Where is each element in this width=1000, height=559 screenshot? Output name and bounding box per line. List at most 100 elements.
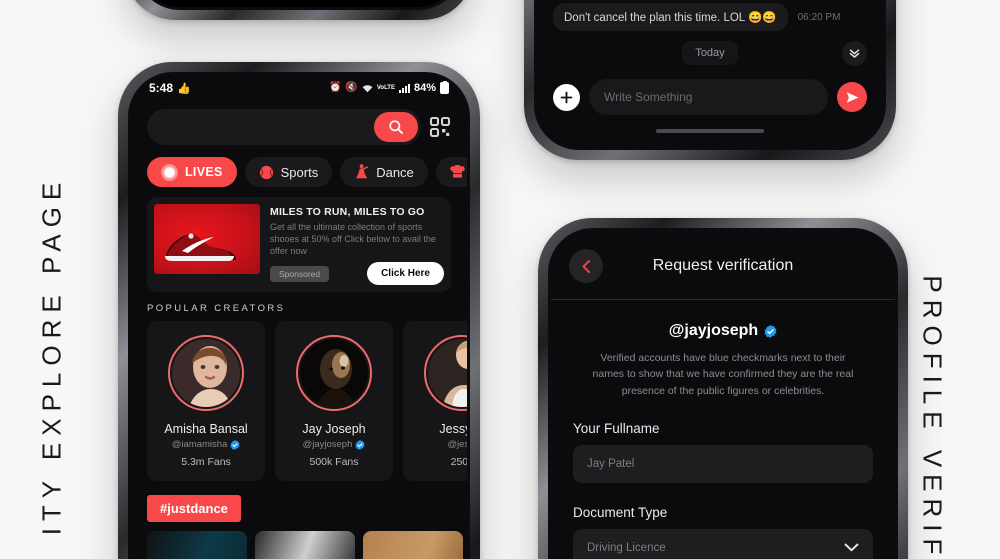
ad-actions: Sponsored Click Here — [270, 262, 444, 286]
verified-badge-icon — [355, 439, 366, 450]
chef-hat-icon — [450, 164, 465, 180]
creator-name: Jay Joseph — [302, 422, 366, 437]
hashtag-thumbnail-row[interactable] — [131, 522, 467, 559]
phone-frame-top-partial — [125, 0, 473, 20]
chip-label: Sports — [280, 164, 319, 180]
ad-cta-button[interactable]: Click Here — [367, 262, 444, 286]
wifi-icon — [362, 84, 373, 93]
phone-inner-verification: Request verification @jayjoseph Verified… — [548, 228, 898, 559]
phone-inner-chat: Don't cancel the plan this time. LOL 😄😄 … — [534, 0, 886, 150]
thumbnail-item[interactable] — [147, 531, 247, 559]
dancer-icon — [354, 164, 369, 180]
scroll-to-bottom-button[interactable] — [842, 40, 867, 66]
creator-name: Amisha Bansal — [164, 422, 248, 437]
creator-handle-row: @jesjo — [411, 439, 467, 450]
plus-icon — [560, 91, 573, 103]
sponsored-badge: Sponsored — [270, 265, 330, 282]
status-bar-left: 5:48 👍 — [149, 81, 191, 95]
search-button[interactable] — [374, 112, 418, 142]
phone-frame-explore: 5:48 👍 ⏰ 🔇 VoLTE 84% LIVES Sports Dance … — [118, 62, 480, 559]
document-type-field-group: Document Type Driving Licence — [551, 483, 895, 559]
creator-card[interactable]: Jay Joseph @jayjoseph 500k Fans — [275, 321, 393, 482]
ad-text-body: MILES TO RUN, MILES TO GO Get all the ul… — [270, 204, 444, 286]
mute-icon: 🔇 — [345, 82, 358, 93]
creator-fans-count: 5.3m Fans — [181, 456, 231, 469]
verified-badge-icon — [764, 324, 777, 338]
thumbnail-item[interactable] — [255, 531, 355, 559]
fullname-value: Jay Patel — [587, 457, 635, 470]
live-dot-icon — [161, 163, 178, 181]
send-icon — [846, 91, 858, 103]
creator-handle-row: @iamamisha — [155, 439, 257, 450]
creator-card[interactable]: Jessy J. @jesjo 250k — [403, 321, 467, 482]
popular-creators-heading: POPULAR CREATORS — [147, 303, 286, 315]
chat-screen: Don't cancel the plan this time. LOL 😄😄 … — [537, 0, 883, 147]
avatar-image — [172, 339, 240, 408]
avatar — [168, 335, 244, 412]
chip-label: Dance — [376, 164, 414, 180]
verification-header: Request verification — [551, 231, 895, 299]
chevron-down-icon — [844, 543, 859, 552]
creator-handle: @jayjoseph — [302, 439, 353, 451]
creator-fans-count: 500k Fans — [309, 456, 359, 469]
thumbnail-item[interactable] — [363, 531, 463, 559]
phone-frame-chat: Don't cancel the plan this time. LOL 😄😄 … — [524, 0, 896, 160]
baseball-icon — [259, 165, 274, 180]
thumbs-up-icon: 👍 — [177, 82, 191, 95]
hashtag-row: #justdance — [131, 481, 467, 523]
fullname-field-group: Your Fullname Jay Patel — [551, 399, 895, 483]
search-input[interactable] — [147, 109, 421, 145]
chat-message-time: 06:20 PM — [797, 11, 841, 23]
hashtag-chip[interactable]: #justdance — [147, 495, 241, 523]
account-handle-row: @jayjoseph — [551, 300, 895, 340]
chevron-double-down-icon — [849, 48, 860, 58]
creators-carousel[interactable]: Amisha Bansal @iamamisha 5.3m Fans Jay J… — [131, 321, 467, 482]
status-time: 5:48 — [149, 81, 174, 95]
send-button[interactable] — [837, 82, 867, 112]
chip-lives[interactable]: LIVES — [147, 157, 237, 187]
message-input[interactable]: Write Something — [589, 79, 828, 115]
creator-handle-row: @jayjoseph — [283, 439, 385, 450]
ad-description: Get all the ultimate collection of sport… — [270, 222, 436, 257]
chevron-left-icon — [582, 259, 590, 273]
caption-explore-page: ITY EXPLORE PAGE — [36, 175, 67, 536]
avatar-image — [300, 339, 368, 408]
creator-fans-count: 250k — [450, 456, 467, 469]
shoe-illustration — [165, 233, 236, 261]
creator-name: Jessy J. — [439, 422, 467, 437]
avatar — [296, 335, 372, 412]
add-attachment-button[interactable] — [553, 83, 580, 111]
volte-icon: VoLTE — [376, 84, 395, 91]
chat-day-divider-row: Today — [537, 40, 883, 79]
chip-label: LIVES — [185, 165, 223, 179]
status-bar-right: ⏰ 🔇 VoLTE 84% — [329, 80, 449, 94]
caption-profile-verification: PROFILE VERIFI — [917, 275, 948, 559]
chat-message-bubble[interactable]: Don't cancel the plan this time. LOL 😄😄 — [553, 3, 788, 31]
chat-composer: Write Something — [537, 79, 883, 115]
chip-dance[interactable]: Dance — [340, 157, 428, 187]
qr-scan-icon[interactable] — [429, 116, 451, 138]
creator-handle: @iamamisha — [171, 439, 228, 451]
battery-icon — [440, 80, 449, 94]
screenshot-canvas: ITY EXPLORE PAGE PROFILE VERIFI 5:48 👍 ⏰… — [0, 0, 1000, 559]
verified-badge-icon — [230, 439, 240, 450]
verification-description: Verified accounts have blue checkmarks n… — [592, 352, 854, 397]
phone-screen-top-partial — [135, 0, 463, 10]
back-button[interactable] — [569, 249, 603, 283]
document-type-select[interactable]: Driving Licence — [573, 528, 873, 559]
search-icon — [389, 120, 403, 134]
creator-card[interactable]: Amisha Bansal @iamamisha 5.3m Fans — [147, 321, 265, 482]
chip-cooking[interactable]: C — [435, 157, 467, 187]
chat-message-row: Don't cancel the plan this time. LOL 😄😄 … — [537, 3, 883, 41]
fullname-input[interactable]: Jay Patel — [573, 444, 873, 483]
sponsored-ad-card[interactable]: MILES TO RUN, MILES TO GO Get all the ul… — [147, 197, 451, 293]
battery-percent-label: 84% — [413, 82, 436, 94]
category-chip-list[interactable]: LIVES Sports Dance — [131, 155, 467, 197]
phone-frame-verification: Request verification @jayjoseph Verified… — [538, 218, 908, 559]
avatar-image — [428, 339, 467, 408]
verification-screen: Request verification @jayjoseph Verified… — [551, 231, 895, 559]
chat-day-divider: Today — [682, 41, 738, 65]
chip-sports[interactable]: Sports — [244, 157, 333, 187]
signal-bars-icon — [398, 83, 410, 93]
creator-handle: @jesjo — [447, 439, 467, 451]
